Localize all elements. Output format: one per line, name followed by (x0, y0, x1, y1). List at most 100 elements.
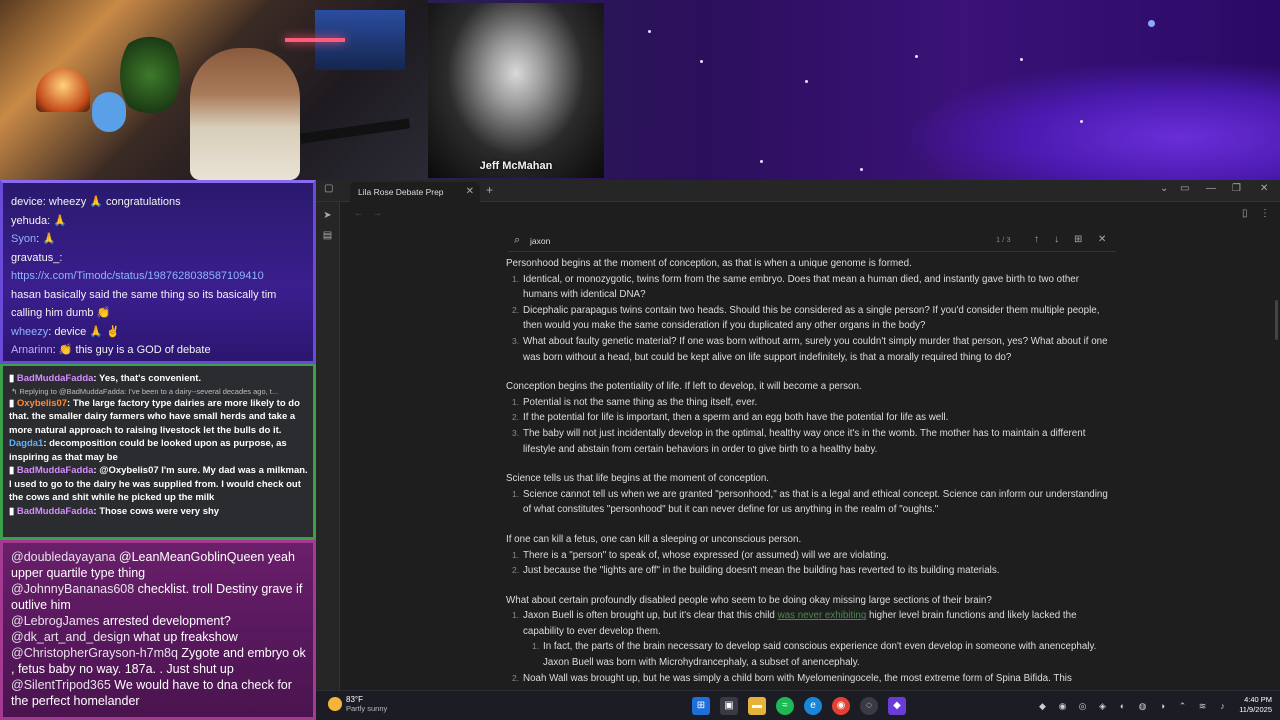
chat-link[interactable]: https://x.com/Timodc/status/198762803858… (3, 267, 313, 286)
next-match-icon[interactable]: ↓ (1054, 234, 1059, 245)
tab-lila-rose-debate-prep[interactable]: Lila Rose Debate Prep ✕ (350, 182, 480, 202)
wifi-icon[interactable]: ≋ (1196, 700, 1209, 713)
search-icon: ⌕ (514, 234, 521, 246)
chat-message: @JohnnyBananas608 checklist. troll Desti… (11, 582, 303, 612)
system-tray: ◆ ◉ ◎ ◈ ◐ ◍ ◑ ⌃ ≋ ♪ (1036, 700, 1236, 713)
close-window-icon[interactable]: ✕ (1260, 183, 1268, 194)
chevron-down-icon[interactable]: ⌄ (1160, 183, 1168, 194)
tray-app-icon[interactable]: ◆ (1036, 700, 1049, 713)
tray-app-icon[interactable]: ◑ (1156, 700, 1169, 713)
search-match-count: 1 / 3 (996, 235, 1011, 244)
replace-icon[interactable]: ⊞ (1074, 234, 1082, 245)
external-link[interactable]: was never exhibiting (778, 610, 867, 621)
microphone-arm (299, 118, 411, 144)
list-item: 1. Identical, or monozygotic, twins form … (512, 273, 1079, 301)
steam-icon[interactable]: ◍ (1136, 700, 1149, 713)
list-item: 3. The baby will not just incidentally de… (512, 427, 1086, 455)
obs-icon[interactable]: ◌ (860, 697, 878, 715)
reading-view-icon[interactable]: ▯ (1242, 208, 1248, 219)
chat-message: wheezy: device 🙏 ✌ (11, 325, 120, 338)
weather-condition: Partly sunny (346, 704, 388, 713)
clock-time: 4:40 PM (1244, 695, 1272, 704)
more-options-icon[interactable]: ⋮ (1260, 208, 1270, 219)
minimize-icon[interactable]: — (1206, 183, 1216, 194)
streamer (190, 48, 300, 180)
layout-icon[interactable]: ▭ (1180, 183, 1189, 194)
lamp (36, 68, 90, 112)
windows-taskbar: 83°F Partly sunny ⊞ ▣ ▬ ≈ e ◉ ◌ ◆ ◆ ◉ ◎ … (316, 690, 1280, 720)
star (915, 55, 918, 58)
tray-app-icon[interactable]: ◈ (1096, 700, 1109, 713)
weather-widget[interactable]: 83°F Partly sunny (328, 695, 387, 713)
chat-message: Dagda1: decomposition could be looked up… (9, 438, 287, 463)
spotify-icon[interactable]: ≈ (776, 697, 794, 715)
section-heading: Personhood begins at the moment of conce… (506, 258, 912, 269)
plant (120, 30, 180, 120)
tray-app-icon[interactable]: ◐ (1116, 700, 1129, 713)
clock[interactable]: 4:40 PM 11/9/2025 (1239, 695, 1272, 715)
chat-message: yehuda: 🙏 (11, 214, 67, 227)
maximize-icon[interactable]: ❐ (1232, 183, 1241, 194)
section-heading: What about certain profoundly disabled p… (506, 594, 992, 606)
chat-message: @SilentTripod365 We would have to dna ch… (11, 678, 292, 708)
numbered-list: 1. Potential is not the same thing as the… (506, 395, 1116, 457)
in-document-search-bar: ⌕ 1 / 3 ↑ ↓ ⊞ ✕ (508, 230, 1116, 252)
star (1148, 20, 1155, 27)
list-item: 1. There is a "person" to speak of, whose… (512, 549, 889, 561)
chat-message: ▮ BadMuddaFadda: Yes, that's convenient. (9, 373, 202, 384)
stream-layout: Jeff McMahan device: wheezy 🙏 congratula… (0, 0, 1280, 720)
chat-message: ▮ BadMuddaFadda: Those cows were very sh… (9, 505, 220, 517)
chevron-up-icon[interactable]: ⌃ (1176, 700, 1189, 713)
chat-message: device: wheezy 🙏 congratulations (11, 196, 181, 208)
start-icon[interactable]: ⊞ (692, 697, 710, 715)
view-header: ← → ▯ ⋮ (340, 202, 1280, 226)
title-bar: ▢ Lila Rose Debate Prep ✕ + ⌄ ▭ — ❐ ✕ (316, 180, 1280, 202)
chat-reply-context: ↰ Replying to @BadMuddaFadda: I've been … (11, 386, 279, 396)
new-tab-icon[interactable]: + (486, 183, 493, 197)
back-arrow-icon[interactable]: ← (354, 208, 364, 219)
list-item: 1. Science cannot tell us when we are gra… (512, 488, 1108, 516)
tray-app-icon[interactable]: ◉ (1056, 700, 1069, 713)
chat-message: @dk_art_and_design what up freakshow (11, 630, 238, 644)
chat-message: hasan basically said the same thing so i… (11, 288, 277, 301)
list-item: 2. Dicephalic parapagus twins contain two… (512, 304, 1100, 332)
file-explorer-icon[interactable]: ▬ (748, 697, 766, 715)
tray-app-icon[interactable]: ◎ (1076, 700, 1089, 713)
star (860, 168, 863, 171)
scrollbar-thumb[interactable] (1275, 300, 1278, 340)
chat-message: @ChristopherGrayson-h7m8q Zygote and emb… (11, 646, 306, 676)
toy-figure (92, 92, 126, 132)
left-ribbon: ➤ ▤ (316, 202, 340, 690)
close-search-icon[interactable]: ✕ (1098, 234, 1106, 245)
search-input[interactable] (530, 233, 830, 249)
chat-message: Arnarinn: 👏 this guy is a GOD of debate (11, 344, 211, 356)
task-view-icon[interactable]: ▣ (720, 697, 738, 715)
weather-temp: 83°F (346, 695, 363, 704)
close-tab-icon[interactable]: ✕ (466, 182, 474, 202)
sidebar-toggle-icon[interactable]: ▢ (324, 183, 333, 194)
star (700, 60, 703, 63)
note-content: Personhood begins at the moment of conce… (506, 256, 1116, 686)
send-icon[interactable]: ➤ (322, 210, 334, 222)
list-item: 1. Potential is not the same thing as the… (512, 396, 758, 408)
star (760, 160, 763, 163)
volume-icon[interactable]: ♪ (1216, 700, 1229, 713)
obsidian-window: ▢ Lila Rose Debate Prep ✕ + ⌄ ▭ — ❐ ✕ ➤ … (316, 180, 1280, 690)
star (1020, 58, 1023, 61)
numbered-list: 1. Identical, or monozygotic, twins form … (506, 272, 1116, 366)
clock-date: 11/9/2025 (1239, 705, 1272, 714)
star (1080, 120, 1083, 123)
tab-title: Lila Rose Debate Prep (358, 187, 444, 197)
previous-match-icon[interactable]: ↑ (1034, 234, 1039, 245)
edge-icon[interactable]: e (804, 697, 822, 715)
chrome-icon[interactable]: ◉ (832, 697, 850, 715)
pages-icon[interactable]: ▤ (322, 230, 334, 242)
numbered-list: 1. There is a "person" to speak of, whose… (506, 548, 1116, 579)
nested-list-item: 1. In fact, the parts of the brain necess… (532, 641, 1097, 669)
list-item: 2. Noah Wall was brought up, but he was s… (512, 672, 1072, 684)
chat-message: calling him dumb 👏 (11, 307, 111, 319)
chat-panel-top: device: wheezy 🙏 congratulations yehuda:… (0, 180, 316, 364)
list-item: 1. Jaxon Buell is often brought up, but i… (512, 610, 1077, 637)
obsidian-icon[interactable]: ◆ (888, 697, 906, 715)
forward-arrow-icon[interactable]: → (372, 208, 382, 219)
